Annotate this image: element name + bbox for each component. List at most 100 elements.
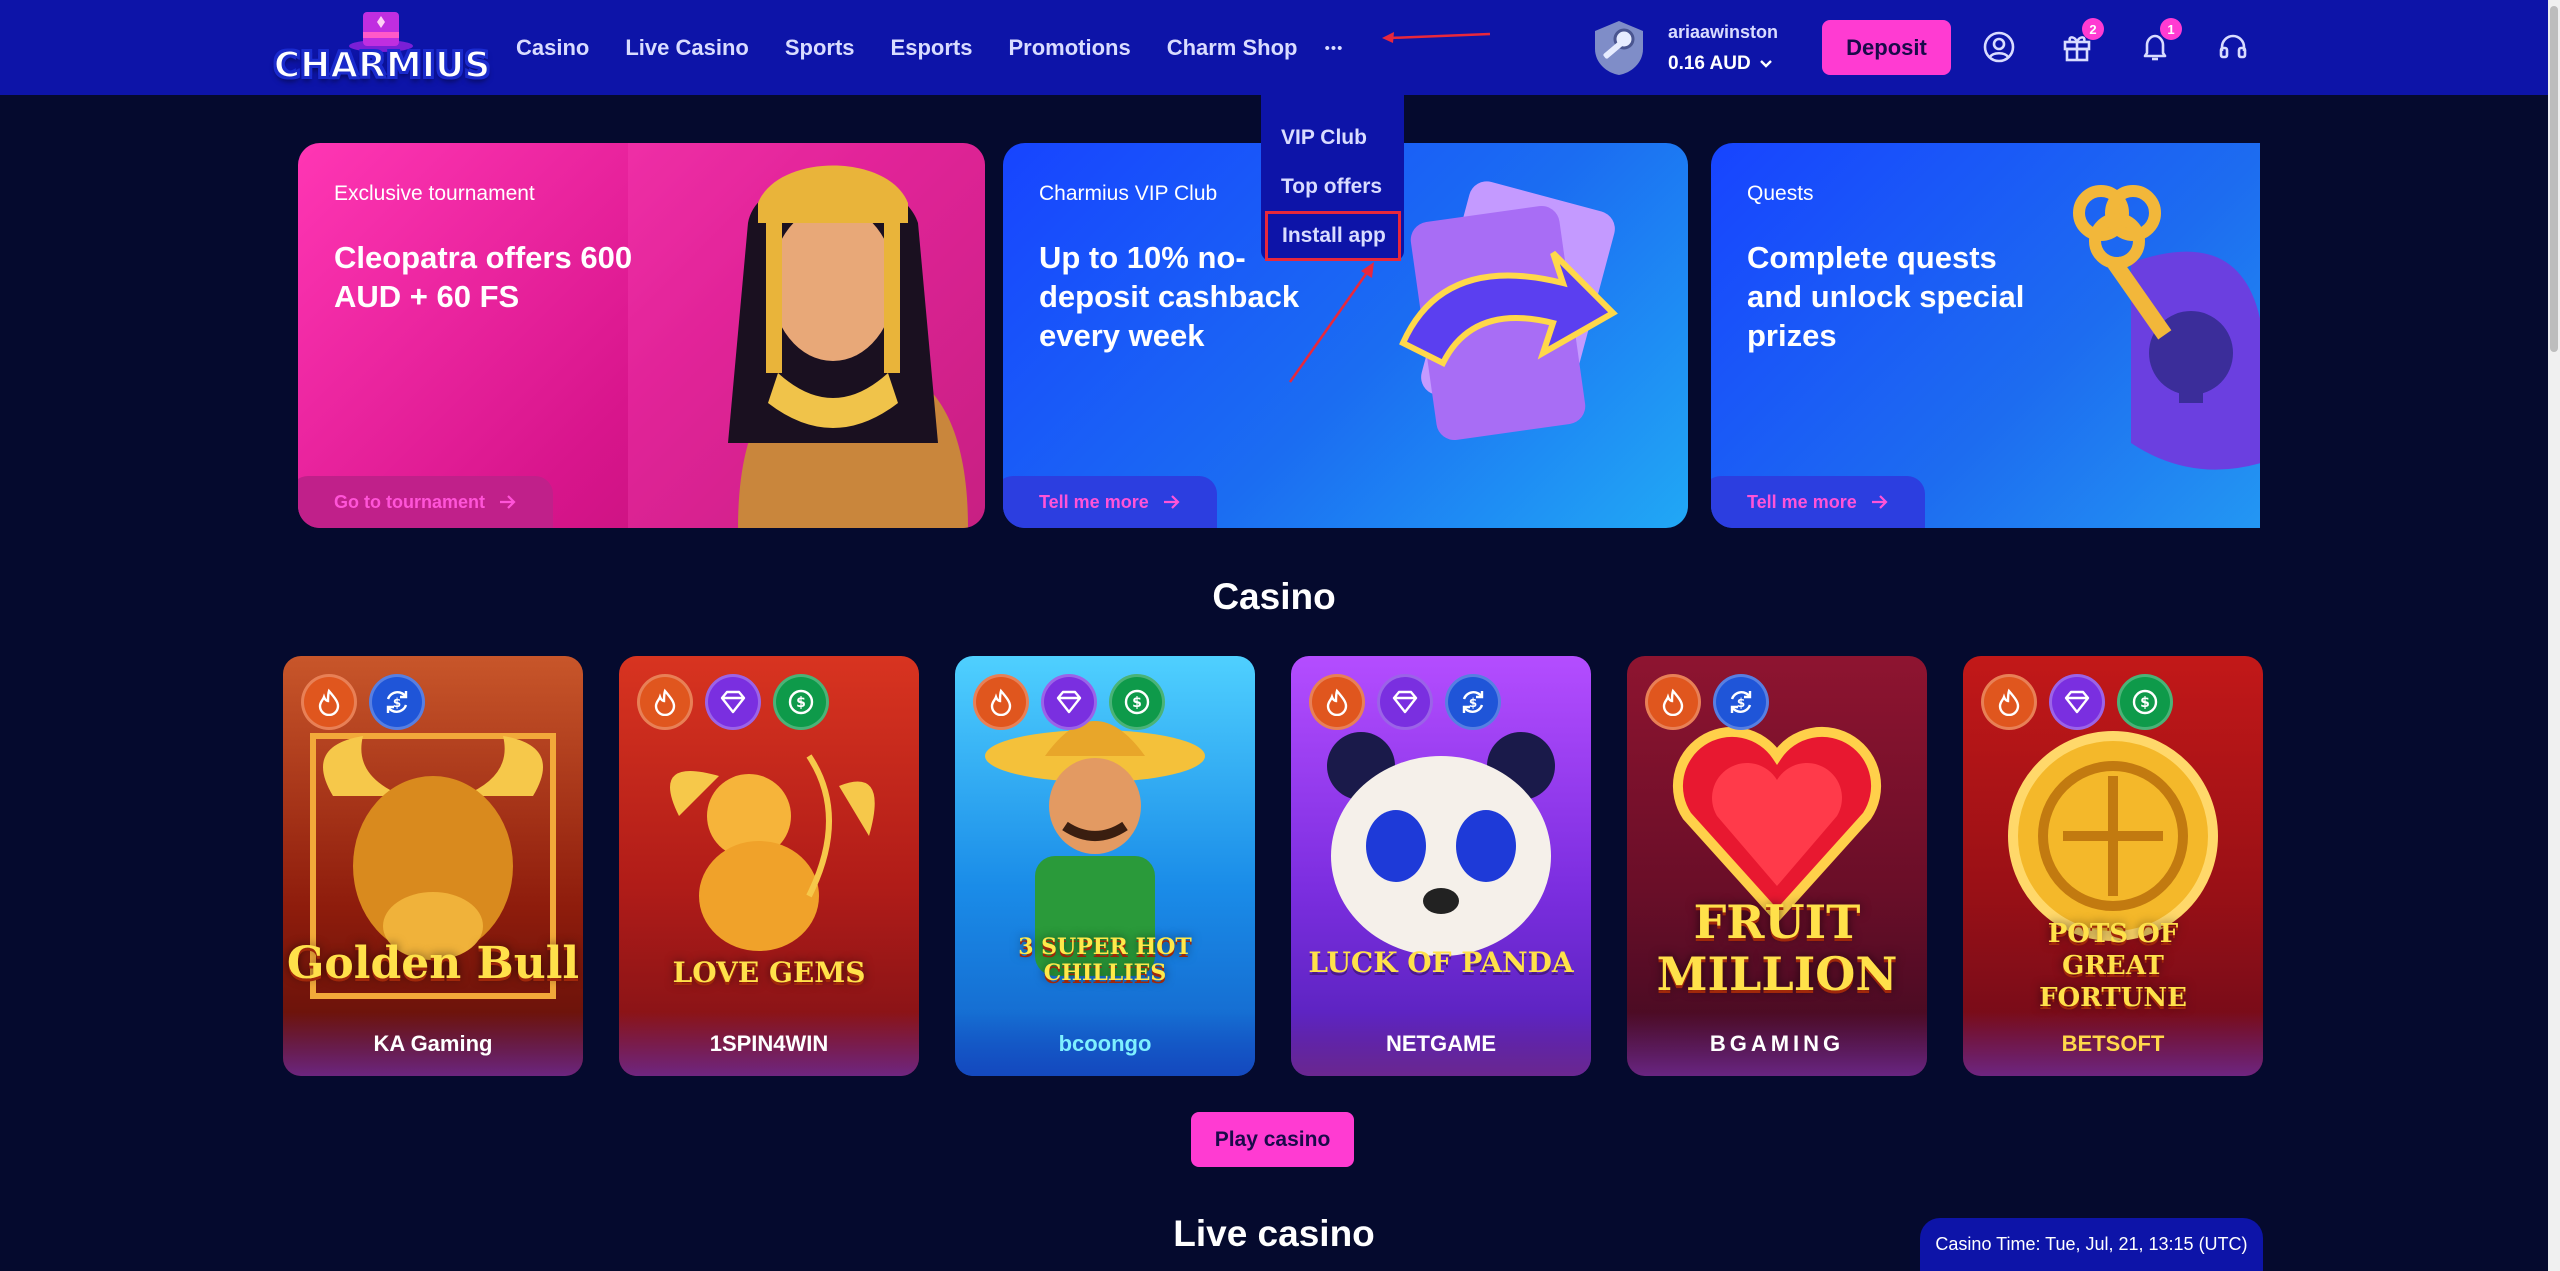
svg-text:$: $ — [796, 695, 806, 711]
tell-me-more-button[interactable]: Tell me more — [1711, 476, 1925, 528]
promo-card-quests[interactable]: Quests Complete quests and unlock specia… — [1711, 143, 2260, 528]
balance-dropdown[interactable]: 0.16 AUD — [1668, 53, 1778, 75]
game-title: Golden Bull — [286, 938, 580, 989]
notification-count-badge: 1 — [2160, 18, 2182, 40]
game-card-fruit-million[interactable]: $ FRUIT MILLION BGAMING — [1627, 656, 1927, 1076]
diamond-icon — [2064, 690, 2090, 714]
balance-value: 0.16 AUD — [1668, 52, 1751, 74]
tell-me-more-button[interactable]: Tell me more — [1003, 476, 1217, 528]
nav-sports[interactable]: Sports — [785, 35, 855, 61]
provider-logo: bcoongo — [955, 1012, 1255, 1076]
nav-casino[interactable]: Casino — [516, 35, 589, 61]
cupid-art — [670, 754, 875, 951]
refresh-dollar-icon: $ — [386, 691, 408, 713]
profile-button[interactable] — [1980, 28, 2018, 66]
provider-logo: 1SPIN4WIN — [619, 1012, 919, 1076]
svg-text:$: $ — [393, 696, 401, 710]
game-card-luck-of-panda[interactable]: $ LUCK OF PANDA NETGAME — [1291, 656, 1591, 1076]
money-chip: $ — [1109, 674, 1165, 730]
game-title: LUCK OF PANDA — [1308, 946, 1574, 979]
hot-chip — [301, 674, 357, 730]
scrollbar-thumb[interactable] — [2550, 6, 2558, 352]
fire-icon — [318, 688, 340, 716]
cleopatra-art — [628, 143, 985, 528]
promo-title: Complete quests and unlock special prize… — [1747, 240, 2025, 353]
game-card-love-gems[interactable]: $ LOVE GEMS 1SPIN4WIN — [619, 656, 919, 1076]
svg-text:$: $ — [1737, 696, 1745, 710]
gifts-button[interactable]: 2 — [2058, 18, 2104, 66]
vip-chip — [1041, 674, 1097, 730]
fire-icon — [990, 688, 1012, 716]
provider-logo: NETGAME — [1291, 1012, 1591, 1076]
deposit-button[interactable]: Deposit — [1822, 20, 1951, 75]
headset-icon — [2219, 34, 2247, 59]
cta-label: Tell me more — [1747, 491, 1857, 512]
svg-text:$: $ — [1132, 695, 1142, 711]
dollar-icon: $ — [1124, 689, 1150, 715]
menu-item-top-offers[interactable]: Top offers — [1261, 162, 1404, 211]
chevron-down-icon — [1759, 59, 1772, 68]
hot-chip — [1981, 674, 2037, 730]
nav-promotions[interactable]: Promotions — [1008, 35, 1130, 61]
promo-subtitle: Charmius VIP Club — [1039, 182, 1218, 205]
vip-cards-art — [1399, 181, 1618, 441]
provider-logo: KA Gaming — [283, 1012, 583, 1076]
go-to-tournament-button[interactable]: Go to tournament — [298, 476, 553, 528]
notifications-button[interactable]: 1 — [2136, 18, 2182, 66]
username: ariaawinston — [1668, 21, 1779, 42]
nav-live-casino[interactable]: Live Casino — [625, 35, 748, 61]
more-dots-icon: ••• — [1324, 39, 1344, 57]
menu-item-vip-club[interactable]: VIP Club — [1261, 113, 1404, 162]
money-chip: $ — [2117, 674, 2173, 730]
provider-logo: BGAMING — [1627, 1012, 1927, 1076]
user-icon — [1983, 31, 2015, 63]
diamond-icon — [1392, 690, 1418, 714]
promo-subtitle: Exclusive tournament — [334, 182, 535, 205]
logo-text: CHARMIUS — [273, 44, 492, 87]
arrow-right-icon — [500, 495, 516, 509]
game-title: POTS OF GREAT FORTUNE — [2039, 919, 2187, 1013]
diamond-icon — [720, 690, 746, 714]
refresh-dollar-icon: $ — [1730, 691, 1752, 713]
dollar-icon: $ — [788, 689, 814, 715]
charmius-logo[interactable]: CHARMIUS — [273, 8, 492, 88]
casino-section-title: Casino — [1212, 576, 1336, 617]
fire-icon — [1326, 688, 1348, 716]
provider-logo: BETSOFT — [1963, 1012, 2263, 1076]
game-card-pots-of-great-fortune[interactable]: $ POTS OF GREAT FORTUNE BETSOFT — [1963, 656, 2263, 1076]
money-chip: $ — [773, 674, 829, 730]
cta-label: Go to tournament — [334, 491, 485, 512]
game-card-golden-bull[interactable]: $ Golden Bull KA Gaming — [283, 656, 583, 1076]
key-badge-icon — [1595, 21, 1643, 75]
promo-title: Cleopatra offers 600 AUD + 60 FS — [334, 240, 633, 314]
panda-art — [1327, 732, 1555, 956]
top-header: CHARMIUS Casino Live Casino Sports Espor… — [0, 0, 2548, 95]
hot-chip — [637, 674, 693, 730]
cashback-chip: $ — [369, 674, 425, 730]
support-button[interactable] — [2214, 28, 2252, 66]
nav-esports[interactable]: Esports — [891, 35, 973, 61]
cta-label: Tell me more — [1039, 491, 1149, 512]
golden-key-art — [2073, 185, 2260, 470]
game-title: 3 SUPER HOT CHILLIES — [1018, 934, 1192, 986]
vip-chip — [1377, 674, 1433, 730]
user-block[interactable]: ariaawinston 0.16 AUD — [1590, 14, 1778, 82]
hot-chip — [1309, 674, 1365, 730]
promo-card-tournament[interactable]: Exclusive tournament Cleopatra offers 60… — [298, 143, 985, 528]
game-title: FRUIT MILLION — [1656, 895, 1898, 1001]
game-card-super-hot-chillies[interactable]: $ 3 SUPER HOT CHILLIES bcoongo — [955, 656, 1255, 1076]
play-casino-button[interactable]: Play casino — [1191, 1112, 1354, 1167]
fire-icon — [1998, 688, 2020, 716]
menu-item-install-app[interactable]: Install app — [1265, 211, 1401, 261]
refresh-dollar-icon: $ — [1462, 691, 1484, 713]
cashback-chip: $ — [1445, 674, 1501, 730]
nav-charm-shop[interactable]: Charm Shop — [1167, 35, 1298, 61]
page-scrollbar[interactable] — [2548, 0, 2560, 1271]
main-nav: Casino Live Casino Sports Esports Promot… — [516, 0, 1333, 95]
casino-time-widget: Casino Time: Tue, Jul, 21, 13:15 (UTC) — [1920, 1218, 2263, 1271]
dollar-icon: $ — [2132, 689, 2158, 715]
more-menu-button[interactable]: ••• — [1316, 30, 1352, 66]
svg-text:$: $ — [1469, 696, 1477, 710]
more-dropdown-menu: VIP Club Top offers Install app — [1261, 95, 1404, 261]
arrow-right-icon — [1163, 495, 1180, 509]
